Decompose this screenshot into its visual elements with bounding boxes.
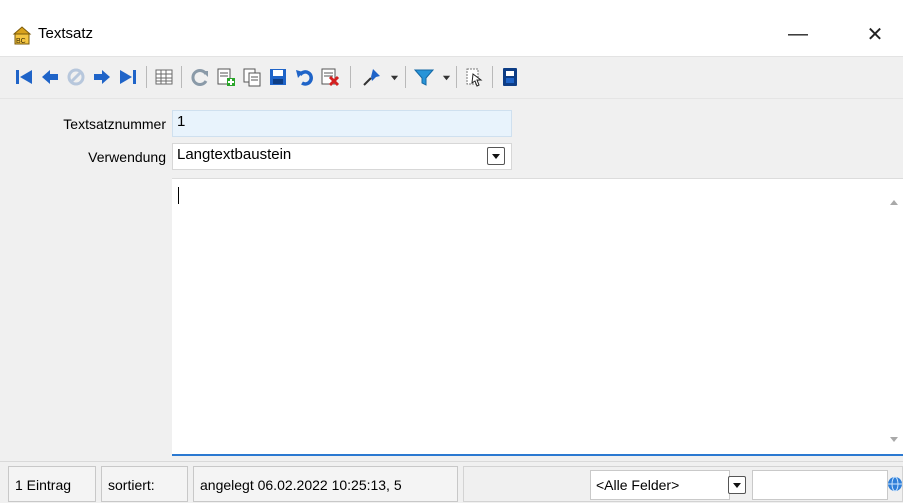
refresh-icon[interactable] xyxy=(188,65,212,89)
text-editor[interactable] xyxy=(172,178,903,456)
toolbar-separator xyxy=(350,66,351,88)
textsatznummer-label: Textsatznummer xyxy=(63,116,166,132)
toolbar-separator xyxy=(405,66,406,88)
sort-status: sortiert: xyxy=(101,466,188,502)
toolbar-separator xyxy=(146,66,147,88)
entry-count: 1 Eintrag xyxy=(8,466,96,502)
scroll-down-icon[interactable] xyxy=(889,431,899,447)
search-input[interactable] xyxy=(752,470,888,500)
fields-filter-value: <Alle Felder> xyxy=(596,477,680,493)
text-cursor xyxy=(178,187,179,204)
close-button[interactable]: ✕ xyxy=(852,18,898,50)
table-view-icon[interactable] xyxy=(152,65,176,89)
window-title: Textsatz xyxy=(38,25,94,42)
toolbar xyxy=(0,57,903,99)
delete-icon[interactable] xyxy=(318,65,342,89)
last-record-icon[interactable] xyxy=(116,65,140,89)
filter-icon[interactable] xyxy=(412,65,436,89)
panel-icon[interactable] xyxy=(498,65,522,89)
save-icon[interactable] xyxy=(266,65,290,89)
verwendung-label: Verwendung xyxy=(88,149,166,165)
verwendung-select[interactable]: Langtextbaustein xyxy=(172,143,512,170)
disabled-record-icon xyxy=(64,65,88,89)
textsatznummer-field[interactable]: 1 xyxy=(172,110,512,137)
verwendung-value: Langtextbaustein xyxy=(177,146,292,163)
verwendung-dropdown-icon[interactable] xyxy=(487,147,505,165)
status-bar: 1 Eintrag sortiert: angelegt 06.02.2022 … xyxy=(0,461,903,503)
toolbar-separator xyxy=(456,66,457,88)
fields-filter-select[interactable]: <Alle Felder> xyxy=(590,470,730,500)
textsatz-app-icon: BC xyxy=(11,24,33,46)
svg-text:BC: BC xyxy=(16,38,26,45)
fields-filter-dropdown-icon[interactable] xyxy=(728,476,746,494)
select-icon[interactable] xyxy=(462,65,486,89)
search-globe-icon[interactable] xyxy=(887,476,903,495)
created-info: angelegt 06.02.2022 10:25:13, 5 xyxy=(193,466,458,502)
toolbar-separator xyxy=(181,66,182,88)
new-record-icon[interactable] xyxy=(214,65,238,89)
pin-icon[interactable] xyxy=(360,65,384,89)
scroll-up-icon[interactable] xyxy=(889,193,899,209)
copy-record-icon[interactable] xyxy=(240,65,264,89)
next-record-icon[interactable] xyxy=(90,65,114,89)
toolbar-separator xyxy=(492,66,493,88)
filter-dropdown-icon[interactable] xyxy=(440,68,452,86)
pin-dropdown-icon[interactable] xyxy=(388,68,400,86)
undo-icon[interactable] xyxy=(292,65,316,89)
vertical-scrollbar[interactable] xyxy=(885,179,903,454)
previous-record-icon[interactable] xyxy=(38,65,62,89)
first-record-icon[interactable] xyxy=(12,65,36,89)
minimize-button[interactable]: — xyxy=(775,18,821,50)
title-bar: BC Textsatz — ✕ xyxy=(0,0,903,57)
